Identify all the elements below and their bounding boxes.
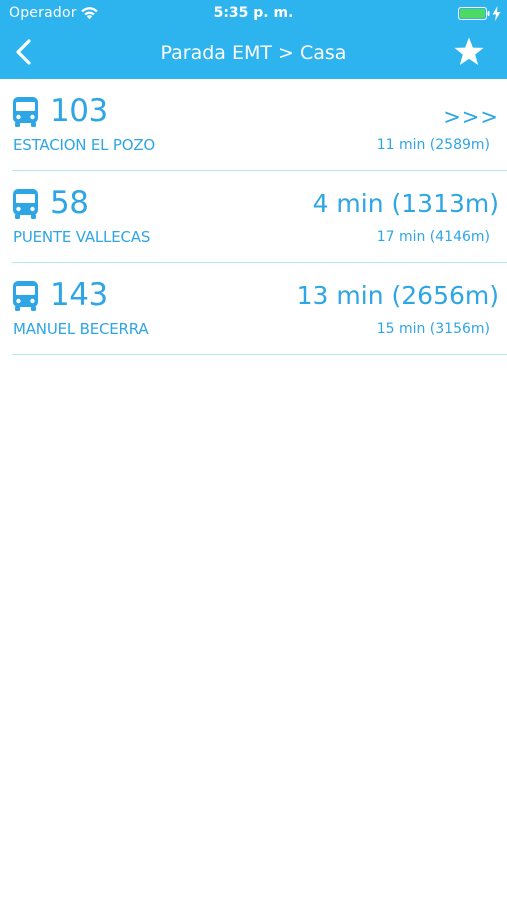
bus-icon — [13, 281, 38, 311]
status-bar: Operador 5:35 p. m. — [0, 0, 507, 27]
bus-icon — [13, 189, 38, 219]
arrivals-list: 103 ESTACION EL POZO >>> 11 min (2589m) … — [0, 79, 507, 355]
bus-line-number: 58 — [50, 185, 89, 221]
star-icon[interactable] — [453, 36, 485, 68]
arrival-row[interactable]: 58 PUENTE VALLECAS 4 min (1313m) 17 min … — [12, 171, 507, 263]
bus-destination: PUENTE VALLECAS — [13, 228, 151, 246]
next-arrival: 4 min (1313m) — [312, 189, 499, 218]
following-arrival: 15 min (3156m) — [376, 321, 490, 337]
battery-icon — [458, 7, 490, 20]
status-time: 5:35 p. m. — [213, 5, 294, 21]
page-title: Parada EMT > Casa — [160, 42, 347, 64]
navigation-header: Operador 5:35 p. m. Parada EMT > Casa — [0, 0, 507, 79]
bus-destination: ESTACION EL POZO — [13, 136, 156, 154]
arrival-row[interactable]: 103 ESTACION EL POZO >>> 11 min (2589m) — [12, 79, 507, 171]
arrival-row[interactable]: 143 MANUEL BECERRA 13 min (2656m) 15 min… — [12, 263, 507, 355]
bus-icon — [13, 97, 38, 127]
following-arrival: 11 min (2589m) — [376, 137, 490, 153]
bus-line-number: 143 — [50, 277, 108, 313]
next-arrival: 13 min (2656m) — [296, 281, 499, 310]
bus-line-number: 103 — [50, 93, 108, 129]
next-arrival: >>> — [443, 105, 499, 129]
charging-bolt-icon — [492, 6, 501, 21]
following-arrival: 17 min (4146m) — [376, 229, 490, 245]
bus-destination: MANUEL BECERRA — [13, 320, 149, 338]
